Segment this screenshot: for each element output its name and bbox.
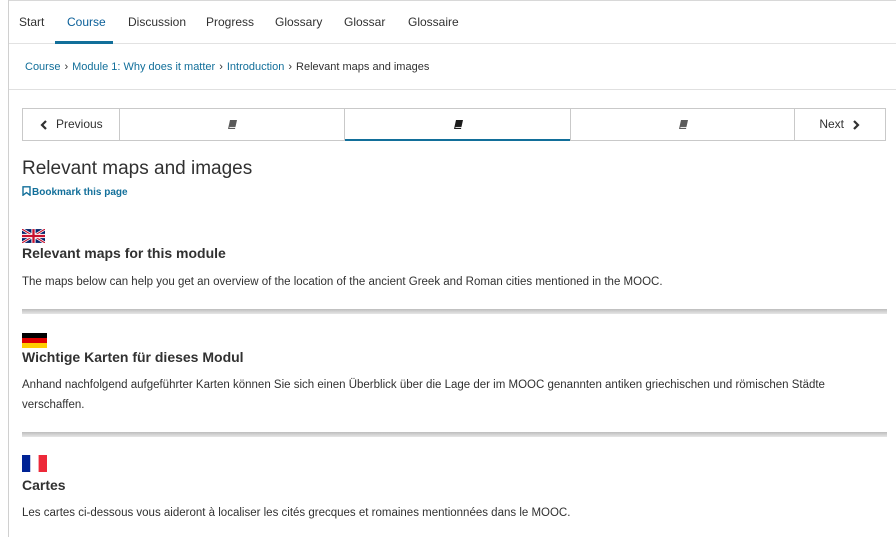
- book-icon: [228, 120, 237, 129]
- breadcrumb-separator: ›: [288, 61, 293, 73]
- course-tabs: Start Course Discussion Progress Glossar…: [9, 1, 896, 44]
- previous-button[interactable]: Previous: [23, 109, 120, 140]
- sequence-navigation: Previous Next: [22, 108, 886, 141]
- breadcrumb-introduction[interactable]: Introduction: [227, 61, 284, 73]
- page-title: Relevant maps and images: [22, 158, 253, 179]
- tab-glossar[interactable]: Glossar: [344, 1, 385, 43]
- breadcrumb: Course › Module 1: Why does it matter › Intr…: [25, 61, 429, 73]
- next-button[interactable]: Next: [794, 109, 885, 140]
- section-text-german: Anhand nachfolgend aufgeführter Karten k…: [22, 379, 825, 411]
- germany-flag-icon: [22, 333, 47, 348]
- section-text-english: The maps below can help you get an overv…: [22, 276, 663, 288]
- breadcrumb-separator: ›: [219, 61, 223, 73]
- sequence-unit-2[interactable]: [345, 109, 571, 141]
- tab-progress[interactable]: Progress: [206, 1, 254, 43]
- breadcrumb-separator: ›: [64, 61, 69, 73]
- sequence-unit-1[interactable]: [120, 109, 345, 140]
- tab-start[interactable]: Start: [19, 1, 44, 43]
- book-icon: [679, 120, 688, 129]
- breadcrumb-current: Relevant maps and images: [296, 61, 430, 73]
- tab-glossaire[interactable]: Glossaire: [408, 1, 459, 43]
- chevron-left-icon: [40, 120, 48, 130]
- breadcrumb-divider: [9, 89, 896, 90]
- tab-discussion[interactable]: Discussion: [128, 1, 186, 43]
- active-tab-indicator: [55, 41, 113, 44]
- section-divider: [22, 432, 887, 437]
- next-label: Next: [819, 117, 844, 131]
- section-title-german: Wichtige Karten für dieses Modul: [22, 349, 244, 365]
- window-left-border: [8, 0, 9, 537]
- sequence-unit-3[interactable]: [571, 109, 795, 140]
- bookmark-label: Bookmark this page: [32, 187, 128, 198]
- bookmark-button[interactable]: Bookmark this page: [22, 186, 128, 198]
- bookmark-icon: [22, 186, 31, 197]
- book-icon: [453, 120, 463, 129]
- france-flag-icon: [22, 455, 47, 472]
- tab-course[interactable]: Course: [67, 1, 106, 43]
- chevron-right-icon: [852, 120, 860, 130]
- tab-glossary[interactable]: Glossary: [275, 1, 322, 43]
- breadcrumb-course[interactable]: Course: [25, 61, 60, 73]
- section-title-english: Relevant maps for this module: [22, 245, 226, 261]
- section-text-french: Les cartes ci-dessous vous aideront à lo…: [22, 507, 571, 519]
- breadcrumb-module[interactable]: Module 1: Why does it matter: [72, 61, 215, 73]
- section-title-french: Cartes: [22, 477, 66, 493]
- section-divider: [22, 309, 887, 314]
- uk-flag-icon: [22, 229, 45, 243]
- previous-label: Previous: [55, 117, 103, 131]
